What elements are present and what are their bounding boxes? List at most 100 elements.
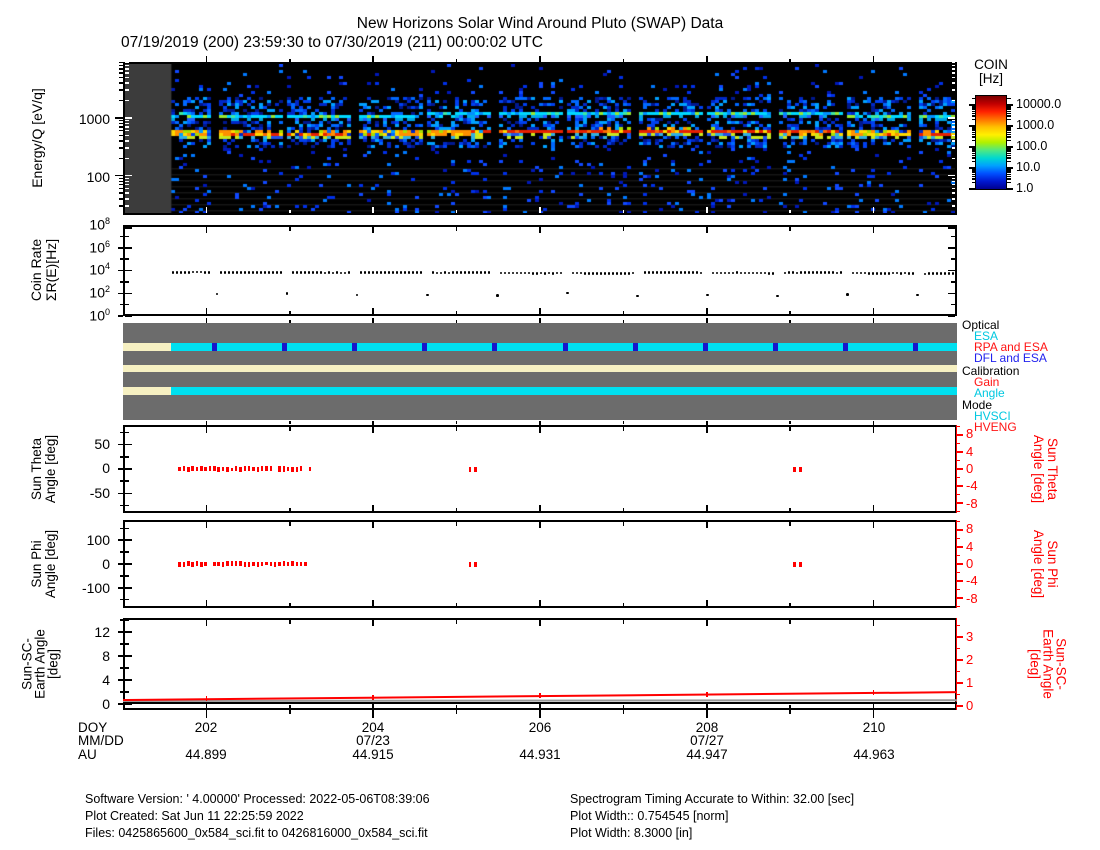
axis-tick [957, 520, 960, 523]
axis-tick [957, 459, 960, 462]
axis-tick [1007, 188, 1013, 190]
axis-tick [1007, 154, 1011, 156]
plot-title: New Horizons Solar Wind Around Pluto (SW… [356, 15, 724, 32]
axis-tick [957, 636, 963, 638]
xaxis-row-label-au: AU [78, 747, 97, 762]
axis-tick [957, 571, 960, 574]
colorbar-tick-label: 10.0 [1016, 160, 1041, 174]
y-tick-label: 4 [102, 672, 110, 688]
y-tick-label-right: 1 [966, 675, 974, 690]
axis-tick [1007, 130, 1011, 132]
axis-tick [957, 502, 963, 504]
axis-tick [957, 670, 960, 673]
axis-tick [205, 710, 208, 718]
axis-tick [957, 693, 960, 696]
plot-subtitle: 07/19/2019 (200) 23:59:30 to 07/30/2019 … [121, 34, 543, 51]
y-tick-label: 8 [102, 648, 110, 664]
axis-tick [539, 710, 541, 718]
axis-tick [289, 710, 291, 714]
axis-tick [957, 580, 963, 582]
sun-phi-panel [123, 520, 957, 608]
y-tick-label: 108 [89, 216, 110, 233]
y-tick-label: -100 [81, 580, 110, 596]
y-tick-label: 100 [86, 532, 110, 548]
axis-tick [706, 710, 708, 718]
footer-plot-created: Plot Created: Sat Jun 11 22:25:59 2022 [85, 809, 304, 823]
axis-tick [1007, 109, 1011, 111]
au-tick-label: 44.931 [519, 747, 561, 762]
axis-tick [957, 588, 960, 591]
footer-files: Files: 0425865600_0x584_sci.fit to 04268… [85, 826, 428, 840]
axis-tick [1007, 172, 1011, 174]
y-tick-label-right: 3 [966, 629, 974, 644]
xaxis-row-label-mmdd: MM/DD [78, 733, 124, 748]
y-tick-label: 100 [89, 307, 110, 324]
y-tick-label: 104 [89, 261, 110, 278]
axis-tick [1007, 140, 1011, 142]
figure-root: New Horizons Solar Wind Around Pluto (SW… [0, 0, 1100, 850]
axis-tick [115, 174, 123, 177]
y-tick-label-right: -8 [966, 496, 978, 511]
y-tick-label: 0 [102, 460, 110, 476]
sun-sc-earth-panel [123, 618, 957, 710]
axis-tick [1007, 173, 1011, 175]
axis-tick [1007, 133, 1011, 135]
axis-tick [1007, 161, 1011, 163]
colorbar-tick-label: 100.0 [1016, 139, 1048, 153]
axis-tick [957, 682, 963, 684]
y-tick-label: 106 [89, 239, 110, 256]
axis-tick [957, 510, 960, 513]
axis-tick [1007, 98, 1011, 100]
axis-tick [957, 705, 963, 707]
y-tick-label-right: 0 [966, 461, 974, 476]
axis-tick [957, 659, 963, 661]
spectrogram-image [125, 64, 955, 213]
y-tick-label-right: 2 [966, 652, 974, 667]
axis-tick [622, 420, 625, 424]
legend-item-dfl-esa: DFL and ESA [974, 351, 1047, 365]
axis-tick [957, 425, 960, 428]
y-tick-label-right: 8 [966, 426, 974, 441]
axis-tick [1007, 128, 1011, 130]
y-tick-label: 100 [86, 169, 110, 185]
au-tick-label: 44.915 [352, 747, 394, 762]
y-tick-label: 50 [94, 436, 110, 452]
y-tick-label: 12 [94, 624, 110, 640]
colorbar-title: COIN [974, 57, 1008, 72]
spectrogram-panel [123, 62, 957, 215]
axis-tick [1007, 115, 1011, 117]
axis-tick [957, 493, 960, 496]
axis-tick [957, 529, 963, 531]
axis-tick [1007, 126, 1011, 128]
axis-tick [957, 451, 963, 453]
axis-tick [789, 420, 791, 424]
y-tick-label-right: 4 [966, 444, 974, 459]
y-tick-label-right: 0 [966, 698, 974, 713]
axis-tick [957, 647, 960, 650]
axis-tick [539, 317, 541, 323]
y-tick-label: 0 [102, 556, 110, 572]
axis-tick [115, 117, 123, 119]
axis-tick [957, 597, 963, 599]
axis-tick [1007, 149, 1011, 151]
axis-tick [1007, 151, 1011, 153]
axis-tick [957, 554, 960, 557]
y-tick-label-right: -4 [966, 573, 978, 588]
axis-tick [957, 537, 960, 540]
coin-rate-panel [123, 225, 957, 316]
axis-tick [1007, 127, 1011, 129]
axis-tick [789, 710, 791, 714]
axis-tick [1007, 119, 1011, 121]
status-bars-panel [123, 323, 957, 420]
axis-tick [1007, 167, 1013, 169]
axis-tick [455, 420, 458, 424]
doy-tick-label: 206 [528, 720, 552, 735]
y-tick-label: 1000 [78, 111, 110, 127]
axis-tick [1007, 157, 1011, 159]
doy-tick-label: 202 [194, 720, 218, 735]
axis-tick [622, 710, 625, 714]
axis-tick [372, 317, 374, 323]
axis-tick [1007, 152, 1011, 154]
axis-tick [1007, 104, 1013, 106]
axis-tick [1007, 125, 1013, 127]
